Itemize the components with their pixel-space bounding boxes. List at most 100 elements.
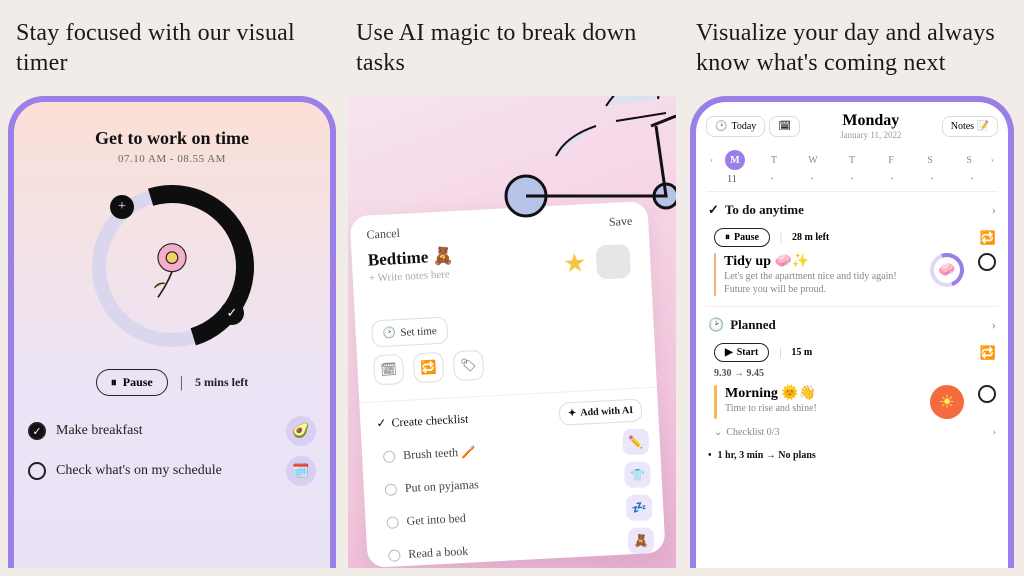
section-title: Planned [730, 317, 776, 333]
add-with-ai-button[interactable]: ✦Add with AI [558, 398, 642, 425]
complete-checkbox[interactable] [978, 253, 996, 271]
task-emoji: 🥑 [286, 416, 316, 446]
full-date: January 11, 2022 [804, 130, 938, 140]
section-todo-anytime[interactable]: ✓To do anytime› [708, 202, 996, 218]
task-card[interactable]: ⏸Pause | 28 m left 🔁 Tidy up 🧼✨ Let's ge… [708, 228, 996, 296]
task-description: Let's get the apartment nice and tidy ag… [724, 270, 922, 296]
sparkle-icon: ✦ [568, 408, 577, 419]
suggestion-chip[interactable]: 💤 [626, 495, 652, 521]
chevron-right-icon: › [992, 202, 996, 218]
panel-timer: Stay focused with our visual timer Get t… [8, 8, 336, 568]
set-time-label: Set time [400, 325, 437, 339]
repeat-icon[interactable]: 🔁 [980, 230, 996, 246]
calendar-picker-button[interactable]: 🗓 [769, 116, 800, 137]
week-dates: 11 ······ [708, 174, 996, 185]
time-remaining: 5 mins left [195, 375, 248, 390]
task-label: Make breakfast [56, 423, 143, 439]
complete-checkbox[interactable] [978, 385, 996, 403]
clock-icon: 🕑 [708, 317, 724, 333]
checkbox-icon[interactable] [28, 422, 46, 440]
checklist-item-label: Brush teeth 🪥 [403, 444, 477, 463]
checklist-item[interactable]: Read a book🧸 [383, 528, 650, 568]
calendar-icon[interactable]: 🗓 [373, 354, 405, 386]
checklist-item-label: Get into bed [406, 511, 466, 529]
task-row[interactable]: Check what's on my schedule 🗓️ [28, 456, 316, 486]
pause-button[interactable]: ⏸Pause [714, 228, 770, 247]
timer-title: Get to work on time [95, 128, 249, 149]
pause-icon: ⏸ [111, 375, 117, 390]
checklist-item-label: Read a book [408, 544, 469, 562]
checklist-item-label: Put on pyjamas [404, 477, 479, 496]
repeat-icon[interactable]: 🔁 [980, 345, 996, 361]
task-row[interactable]: Make breakfast 🥑 [28, 416, 316, 446]
radio-icon[interactable] [388, 549, 401, 562]
radio-icon[interactable] [385, 483, 398, 496]
sun-icon: ☀ [930, 385, 964, 419]
pause-label: Pause [123, 375, 153, 390]
task-emoji: 🗓️ [286, 456, 316, 486]
status-label: Pause [734, 232, 759, 243]
accent-bar [714, 253, 716, 296]
scooter-illustration [466, 96, 676, 226]
tag-icon[interactable]: 🏷 [453, 350, 485, 382]
today-button[interactable]: 🕑Today [706, 116, 765, 137]
plus-icon[interactable]: + [110, 195, 134, 219]
chevron-right-icon: › [993, 427, 996, 438]
panel-heading: Visualize your day and always know what'… [688, 8, 1016, 96]
timer-dial[interactable]: + ✓ [92, 187, 252, 347]
flower-illustration [122, 217, 222, 317]
task-label: Check what's on my schedule [56, 463, 222, 479]
time-range: 9.30 → 9.45 [714, 368, 996, 379]
date-cell[interactable]: 11 [712, 174, 752, 185]
weekday-cell[interactable]: S [911, 155, 950, 166]
duration-left: 28 m left [792, 232, 829, 243]
chevron-right-icon[interactable]: › [989, 155, 996, 166]
phone-frame-calendar: 🕑Today 🗓 Monday January 11, 2022 Notes 📝… [690, 96, 1014, 568]
set-time-button[interactable]: 🕑Set time [371, 317, 448, 348]
suggestion-chip[interactable]: 👕 [624, 462, 650, 488]
weekday-cell[interactable]: S [950, 155, 989, 166]
panel-heading: Use AI magic to break down tasks [348, 8, 676, 96]
check-icon[interactable]: ✓ [220, 301, 244, 325]
task-name: Morning 🌞👋 [725, 385, 817, 402]
start-button[interactable]: ▶Start [714, 343, 769, 362]
next-gap: •1 hr, 3 min → No plans [708, 450, 996, 461]
image-placeholder[interactable] [595, 244, 631, 280]
checklist-count: Checklist 0/3 [726, 427, 779, 438]
day-name: Monday [804, 112, 938, 130]
phone-frame-timer: Get to work on time 07.10 AM - 08.55 AM … [8, 96, 336, 568]
cancel-button[interactable]: Cancel [366, 226, 400, 243]
panel-calendar: Visualize your day and always know what'… [688, 8, 1016, 568]
repeat-icon[interactable]: 🔁 [413, 352, 445, 384]
weekday-cell[interactable]: W [793, 155, 832, 166]
section-planned[interactable]: 🕑 Planned › [708, 317, 996, 333]
chevron-left-icon[interactable]: ‹ [708, 155, 715, 166]
task-card[interactable]: ▶Start | 15 m 🔁 9.30 → 9.45 Morning 🌞👋 T… [708, 343, 996, 438]
notes-button[interactable]: Notes 📝 [942, 116, 998, 137]
task-editor-card: Cancel Save Bedtime 🧸 + Write notes here… [350, 201, 666, 568]
week-header: ‹ M T W T F S S › [708, 150, 996, 170]
section-title: To do anytime [725, 202, 804, 218]
weekday-cell[interactable]: T [754, 155, 793, 166]
star-icon[interactable]: ★ [562, 248, 587, 279]
suggestion-chip[interactable]: 🧸 [628, 528, 654, 554]
radio-icon[interactable] [386, 516, 399, 529]
suggestion-chip[interactable]: ✏️ [623, 429, 649, 455]
status-label: Start [737, 347, 759, 358]
checkbox-icon[interactable] [28, 462, 46, 480]
task-description: Time to rise and shine! [725, 402, 817, 415]
panel-heading: Stay focused with our visual timer [8, 8, 336, 96]
chevron-down-icon: ⌄ [714, 427, 722, 438]
weekday-cell[interactable]: F [872, 155, 911, 166]
checklist-label: Create checklist [391, 412, 469, 431]
timer-range: 07.10 AM - 08.55 AM [118, 153, 226, 165]
clock-icon: 🕑 [715, 121, 727, 132]
checklist-summary[interactable]: ⌄ Checklist 0/3 › [714, 427, 996, 438]
weekday-cell[interactable]: T [832, 155, 871, 166]
panel-ai: Use AI magic to break down tasks Cancel … [348, 8, 676, 568]
pause-button[interactable]: ⏸ Pause [96, 369, 168, 396]
radio-icon[interactable] [383, 450, 396, 463]
add-ai-label: Add with AI [580, 405, 633, 419]
weekday-cell[interactable]: M [715, 150, 754, 170]
chevron-right-icon: › [992, 317, 996, 333]
